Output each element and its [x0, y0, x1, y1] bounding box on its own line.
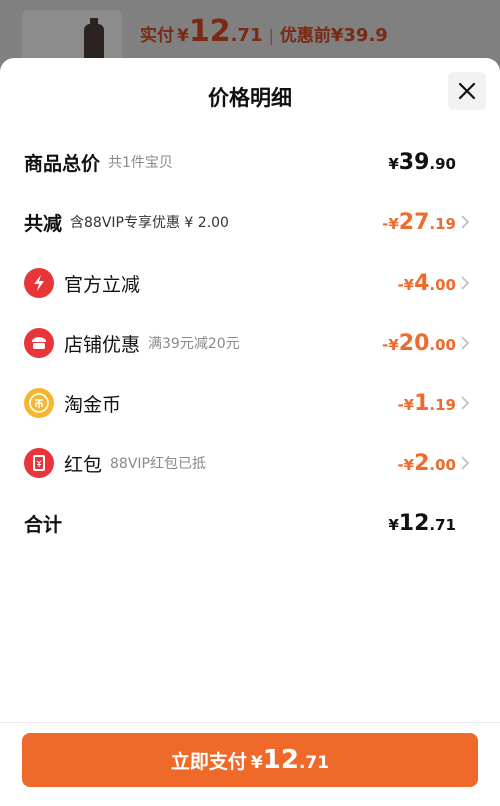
- row-grand-total: 合计 ¥ 12 .71: [0, 503, 500, 543]
- amount-int: 39: [398, 149, 430, 175]
- sheet-title: 价格明细: [208, 86, 292, 110]
- pay-currency: ¥: [250, 753, 263, 773]
- bottom-divider: [0, 722, 500, 723]
- price-separator: |: [268, 26, 274, 45]
- amount-currency: -¥: [397, 275, 415, 294]
- row-label: 共减: [24, 212, 63, 235]
- row-sub: 88VIP红包已抵: [110, 456, 206, 472]
- amount-dec: .90: [429, 154, 456, 173]
- amount-dec: .00: [429, 335, 456, 354]
- row-amount: -¥ 27 .19: [382, 210, 456, 235]
- row-red-packet[interactable]: 红包 88VIP红包已抵 -¥ 2 .00: [0, 443, 500, 483]
- chevron-right-icon: [461, 215, 470, 229]
- original-price: ¥39.9: [330, 25, 388, 46]
- row-total-discount[interactable]: 共减 含88VIP专享优惠 ¥ 2.00 -¥ 27 .19: [0, 202, 500, 242]
- lightning-icon: [24, 268, 54, 298]
- close-icon: [458, 82, 476, 100]
- row-label: 官方立减: [64, 273, 141, 296]
- paid-price-summary: 实付 ¥ 12 .71 | 优惠前 ¥39.9: [140, 14, 388, 49]
- row-sub: 共1件宝贝: [108, 155, 173, 171]
- row-tao-coins[interactable]: 淘金币 -¥ 1 .19: [0, 383, 500, 423]
- close-button[interactable]: [448, 72, 486, 110]
- amount-dec: .00: [429, 455, 456, 474]
- amount-int: 20: [398, 330, 430, 356]
- row-shop-discount[interactable]: 店铺优惠 满39元减20元 -¥ 20 .00: [0, 323, 500, 363]
- chevron-right-icon: [461, 396, 470, 410]
- amount-int: 27: [398, 209, 430, 235]
- row-sub: 含88VIP专享优惠 ¥ 2.00: [70, 215, 229, 231]
- row-amount: -¥ 20 .00: [382, 331, 456, 356]
- row-amount: -¥ 1 .19: [397, 391, 456, 416]
- amount-currency: -¥: [397, 455, 415, 474]
- shop-icon: [24, 328, 54, 358]
- amount-dec: .71: [429, 515, 456, 534]
- chevron-right-icon: [461, 336, 470, 350]
- chevron-right-icon: [461, 276, 470, 290]
- amount-dec: .00: [429, 275, 456, 294]
- amount-int: 2: [414, 450, 430, 476]
- amount-int: 4: [414, 270, 430, 296]
- price-detail-sheet: 价格明细 商品总价 共1件宝贝 ¥ 39 .90 共减 含88VIP专享优惠 ¥…: [0, 58, 500, 806]
- product-thumbnail: [22, 10, 122, 68]
- row-total-price: 商品总价 共1件宝贝 ¥ 39 .90: [0, 142, 500, 182]
- chevron-right-icon: [461, 456, 470, 470]
- row-amount: ¥ 39 .90: [388, 150, 456, 175]
- amount-dec: .19: [429, 214, 456, 233]
- pay-now-button[interactable]: 立即支付 ¥ 12 .71: [22, 733, 478, 787]
- paid-label: 实付: [140, 26, 174, 46]
- pay-int: 12: [262, 745, 299, 775]
- row-label: 商品总价: [24, 152, 101, 175]
- row-label: 店铺优惠: [64, 333, 141, 356]
- paid-currency: ¥: [177, 26, 189, 46]
- original-label: 优惠前: [279, 26, 331, 46]
- amount-currency: ¥: [388, 154, 399, 173]
- red-packet-icon: [24, 448, 54, 478]
- amount-int: 12: [398, 510, 430, 536]
- row-amount: -¥ 2 .00: [397, 451, 456, 476]
- paid-dec: .71: [230, 25, 263, 46]
- row-label: 红包: [64, 453, 103, 476]
- row-label: 淘金币: [64, 393, 122, 416]
- coin-icon: [24, 388, 54, 418]
- pay-label: 立即支付: [170, 751, 247, 773]
- amount-currency: ¥: [388, 515, 399, 534]
- row-official-discount[interactable]: 官方立减 -¥ 4 .00: [0, 263, 500, 303]
- row-label: 合计: [24, 513, 63, 536]
- row-amount: ¥ 12 .71: [388, 511, 456, 536]
- row-sub: 满39元减20元: [148, 336, 240, 352]
- paid-int: 12: [188, 14, 231, 49]
- amount-int: 1: [414, 390, 430, 416]
- row-amount: -¥ 4 .00: [397, 271, 456, 296]
- amount-dec: .19: [429, 395, 456, 414]
- amount-currency: -¥: [382, 335, 399, 354]
- pay-dec: .71: [298, 753, 330, 773]
- amount-currency: -¥: [382, 214, 399, 233]
- amount-currency: -¥: [397, 395, 415, 414]
